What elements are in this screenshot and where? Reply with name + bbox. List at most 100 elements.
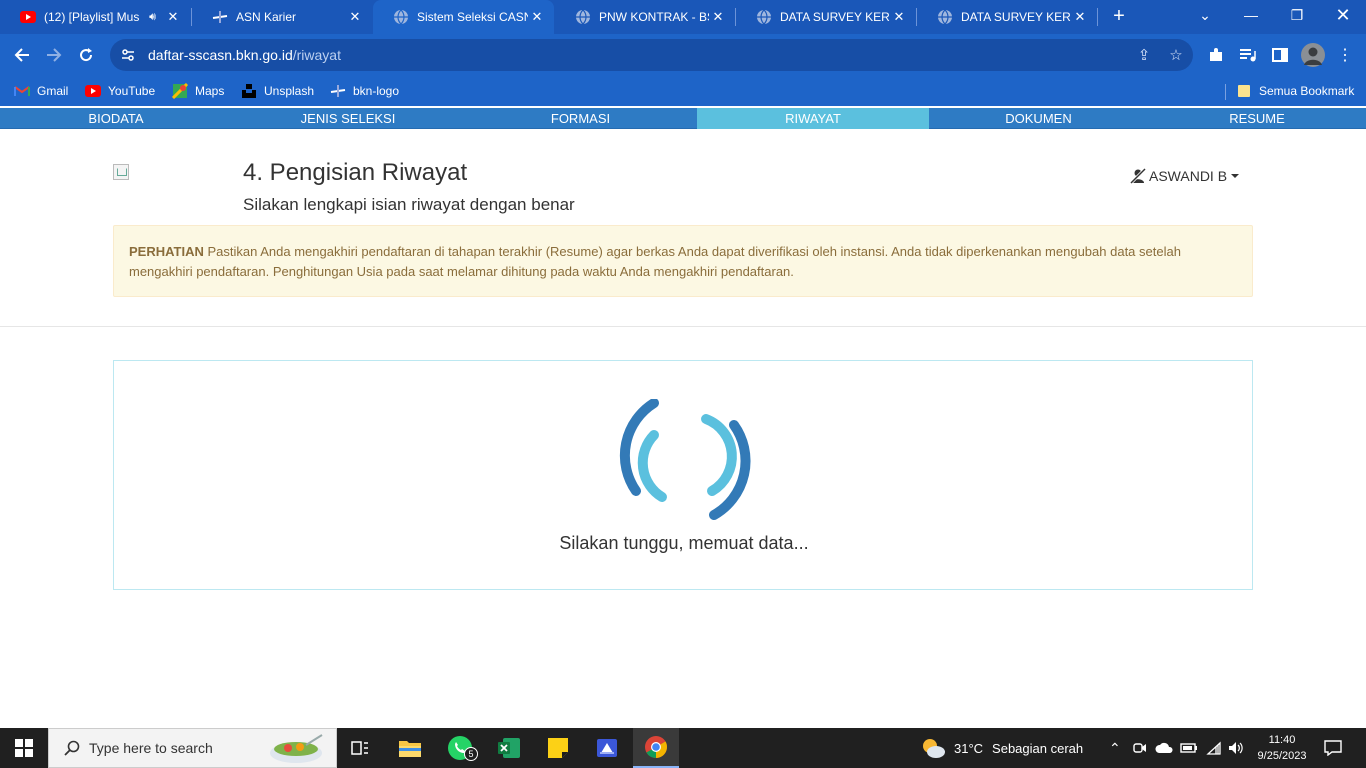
- all-bookmarks-label: Semua Bookmark: [1259, 84, 1355, 98]
- extensions-puzzle-icon[interactable]: [1205, 44, 1227, 66]
- all-bookmarks-button[interactable]: Semua Bookmark: [1236, 82, 1354, 100]
- show-hidden-icons-button[interactable]: ⌃: [1109, 728, 1121, 768]
- forward-arrow-icon[interactable]: [41, 42, 67, 68]
- page-title: 4. Pengisian Riwayat: [243, 159, 468, 186]
- system-clock[interactable]: 11:40 9/25/2023: [1250, 732, 1314, 764]
- folder-icon: [399, 741, 421, 757]
- tab-title: DATA SURVEY KERUS: [961, 10, 1071, 24]
- chrome-button[interactable]: [633, 728, 679, 768]
- taskbar-search[interactable]: Type here to search: [48, 728, 337, 768]
- menu-kebab-icon[interactable]: ⋮: [1334, 44, 1356, 66]
- tab-asn-karier[interactable]: ASN Karier ✕: [192, 0, 372, 34]
- tab-title: PNW KONTRAK - BSI: [599, 10, 709, 24]
- food-bowl-icon: [270, 734, 323, 763]
- bookmark-label: Maps: [195, 84, 225, 98]
- bkn-icon: [212, 9, 228, 25]
- tab-pnw-kontrak[interactable]: PNW KONTRAK - BSI ✕: [555, 0, 735, 34]
- alert-heading: PERHATIAN: [129, 244, 204, 259]
- start-button[interactable]: [0, 728, 48, 768]
- new-tab-button[interactable]: +: [1108, 6, 1130, 28]
- tab-sistem-seleksi-casn[interactable]: Sistem Seleksi CASN ✕: [373, 0, 554, 34]
- site-info-icon[interactable]: [120, 47, 136, 63]
- alert-text: Pastikan Anda mengakhiri pendaftaran di …: [129, 244, 1181, 279]
- excel-button[interactable]: [486, 728, 532, 768]
- bookmark-star-icon[interactable]: ☆: [1166, 47, 1186, 64]
- tab-youtube[interactable]: (12) [Playlist] Mus 🔊︎ ✕: [0, 0, 190, 34]
- clock-date: 9/25/2023: [1257, 750, 1307, 762]
- step-resume[interactable]: RESUME: [1148, 108, 1366, 129]
- media-controls-icon[interactable]: [1237, 44, 1259, 66]
- step-riwayat[interactable]: RIWAYAT: [697, 108, 929, 129]
- search-icon: [63, 739, 81, 757]
- user-menu-dropdown[interactable]: ASWANDI B: [1130, 168, 1240, 184]
- close-icon[interactable]: ✕: [709, 9, 727, 25]
- step-biodata[interactable]: BIODATA: [0, 108, 232, 129]
- back-arrow-icon[interactable]: [9, 42, 35, 68]
- bookmark-label: Unsplash: [264, 84, 315, 98]
- file-explorer-button[interactable]: [387, 728, 433, 768]
- store-app-button[interactable]: [584, 728, 630, 768]
- browser-toolbar: daftar-sscasn.bkn.go.id/riwayat ⇪ ☆ ⋮: [0, 34, 1366, 76]
- bookmarks-separator: [1225, 84, 1226, 100]
- step-formasi[interactable]: FORMASI: [464, 108, 697, 129]
- url-text: daftar-sscasn.bkn.go.id/riwayat: [148, 47, 341, 63]
- partly-sunny-icon: [923, 739, 945, 758]
- meet-now-icon[interactable]: [1133, 728, 1147, 768]
- bookmark-label: bkn-logo: [353, 84, 400, 98]
- windows-taskbar: Type here to search 5 31°C Sebagian cera…: [0, 728, 1366, 768]
- loading-panel: Silakan tunggu, memuat data...: [113, 360, 1253, 590]
- store-icon: [597, 739, 617, 757]
- caret-down-icon: [1231, 174, 1240, 178]
- side-panel-icon[interactable]: [1269, 44, 1291, 66]
- tab-data-survey-2[interactable]: DATA SURVEY KERUS ✕: [917, 0, 1097, 34]
- minimize-button[interactable]: —: [1228, 0, 1274, 30]
- task-view-icon: [351, 741, 368, 755]
- close-icon[interactable]: ✕: [1071, 9, 1089, 25]
- speaker-icon[interactable]: 🔊︎: [149, 11, 156, 24]
- search-placeholder: Type here to search: [89, 740, 213, 756]
- whatsapp-button[interactable]: 5: [437, 728, 483, 768]
- tab-title: (12) [Playlist] Mus: [44, 10, 140, 24]
- sticky-notes-icon: [548, 738, 568, 758]
- sticky-notes-button[interactable]: [535, 728, 581, 768]
- bookmarks-bar: Gmail YouTube Maps Unsplash bkn-logo Sem…: [0, 76, 1366, 106]
- step-jenis-seleksi[interactable]: JENIS SELEKSI: [232, 108, 464, 129]
- youtube-icon: [20, 9, 36, 25]
- onedrive-cloud-icon[interactable]: [1155, 728, 1173, 768]
- close-icon[interactable]: ✕: [528, 9, 546, 25]
- close-icon[interactable]: ✕: [890, 9, 908, 25]
- tab-search-button[interactable]: ⌄: [1182, 0, 1228, 30]
- folder-icon: [1236, 83, 1252, 99]
- share-icon[interactable]: ⇪: [1134, 47, 1154, 64]
- weather-temperature: 31°C: [954, 740, 984, 756]
- restore-button[interactable]: ❐: [1274, 0, 1320, 30]
- bookmark-maps[interactable]: Maps: [172, 82, 224, 100]
- bookmark-gmail[interactable]: Gmail: [14, 82, 68, 100]
- battery-icon[interactable]: [1180, 728, 1198, 768]
- weather-description: Sebagian cerah: [992, 740, 1084, 756]
- page-content: BIODATA JENIS SELEKSI FORMASI RIWAYAT DO…: [0, 107, 1366, 728]
- tab-separator: [1097, 8, 1098, 26]
- tab-strip: (12) [Playlist] Mus 🔊︎ ✕ ASN Karier ✕ Si…: [0, 0, 1366, 34]
- close-icon[interactable]: ✕: [346, 9, 364, 25]
- close-window-button[interactable]: ✕: [1320, 0, 1366, 30]
- bookmark-youtube[interactable]: YouTube: [85, 82, 155, 100]
- page-header: 4. Pengisian Riwayat Silakan lengkapi is…: [0, 129, 1366, 327]
- address-bar[interactable]: daftar-sscasn.bkn.go.id/riwayat ⇪ ☆: [110, 39, 1193, 71]
- tab-data-survey-1[interactable]: DATA SURVEY KERUS ✕: [736, 0, 916, 34]
- step-dokumen[interactable]: DOKUMEN: [929, 108, 1148, 129]
- close-icon[interactable]: ✕: [164, 9, 182, 25]
- weather-widget[interactable]: 31°C Sebagian cerah: [920, 728, 1083, 768]
- bookmark-unsplash[interactable]: Unsplash: [241, 82, 314, 100]
- volume-icon[interactable]: [1228, 728, 1244, 768]
- notifications-button[interactable]: [1324, 728, 1342, 768]
- reload-icon[interactable]: [73, 42, 99, 68]
- maps-icon: [172, 83, 188, 99]
- warning-alert: PERHATIAN Pastikan Anda mengakhiri penda…: [113, 225, 1253, 297]
- notification-icon: [1324, 740, 1342, 756]
- task-view-button[interactable]: [337, 728, 383, 768]
- user-slash-icon: [1130, 168, 1146, 184]
- bookmark-bkn-logo[interactable]: bkn-logo: [330, 82, 399, 100]
- wifi-icon[interactable]: [1206, 728, 1222, 768]
- profile-avatar[interactable]: [1300, 42, 1326, 68]
